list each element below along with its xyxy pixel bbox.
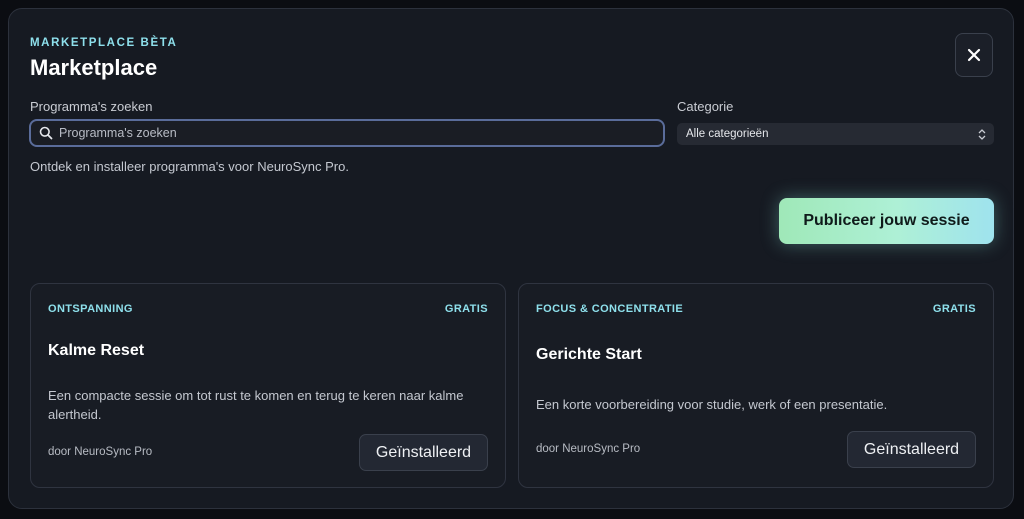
category-select[interactable]: Alle categorieën	[677, 123, 994, 145]
page-description: Ontdek en installeer programma's voor Ne…	[30, 159, 349, 174]
card-description: Een compacte sessie om tot rust te komen…	[48, 388, 464, 422]
card-category: ONTSPANNING	[48, 303, 133, 315]
updown-chevron-icon	[978, 128, 986, 140]
search-field[interactable]	[29, 119, 665, 147]
card-description: Een korte voorbereiding voor studie, wer…	[536, 397, 888, 412]
search-label: Programma's zoeken	[30, 99, 153, 114]
installed-button[interactable]: Geïnstalleerd	[847, 431, 976, 468]
program-card: ONTSPANNING GRATIS Kalme Reset Een compa…	[30, 283, 506, 488]
close-icon	[967, 48, 981, 62]
card-price-badge: GRATIS	[932, 303, 976, 315]
program-card: FOCUS & CONCENTRATIE GRATIS Gerichte Sta…	[518, 283, 994, 488]
close-button[interactable]	[955, 33, 993, 77]
installed-button[interactable]: Geïnstalleerd	[359, 434, 488, 471]
marketplace-modal: MARKETPLACE BÈTA Marketplace Programma's…	[8, 8, 1014, 509]
publish-session-button[interactable]: Publiceer jouw sessie	[779, 198, 994, 244]
search-icon	[39, 126, 53, 140]
category-selected-value: Alle categorieën	[686, 128, 769, 140]
card-author: door NeuroSync Pro	[48, 446, 153, 458]
card-title: Gerichte Start	[536, 346, 642, 363]
card-price-badge: GRATIS	[444, 303, 488, 315]
card-category: FOCUS & CONCENTRATIE	[536, 303, 684, 315]
search-input[interactable]	[57, 125, 641, 141]
marketplace-eyebrow: MARKETPLACE BÈTA	[30, 37, 178, 49]
card-title: Kalme Reset	[48, 342, 145, 359]
page-title: Marketplace	[30, 55, 158, 80]
card-author: door NeuroSync Pro	[536, 443, 641, 455]
category-label: Categorie	[677, 99, 734, 114]
